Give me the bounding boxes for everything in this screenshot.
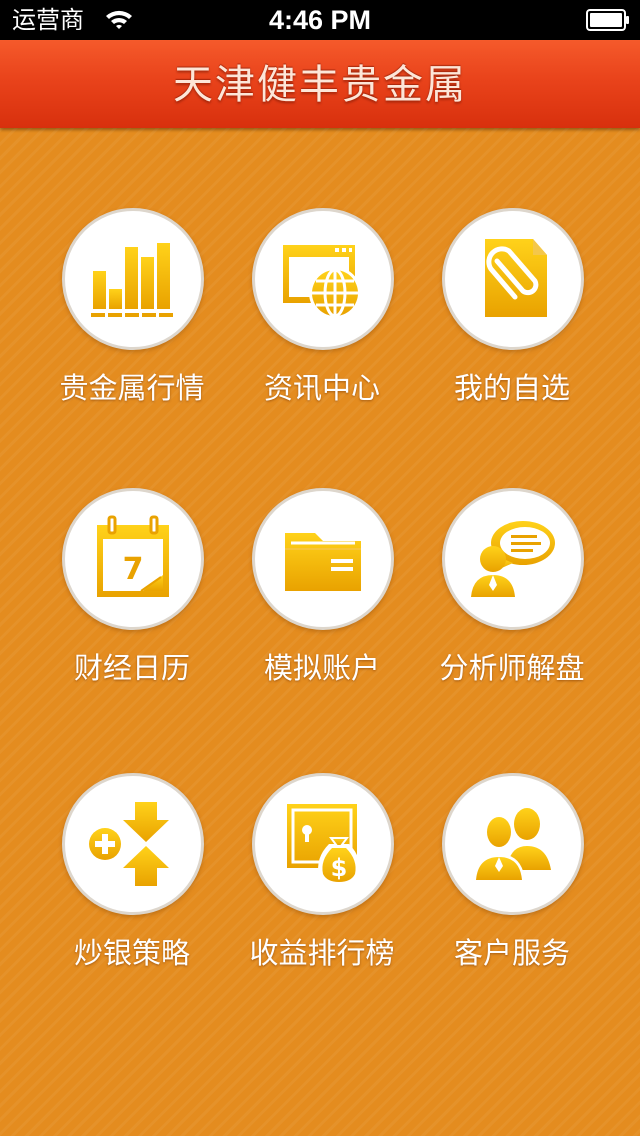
menu-item-label: 我的自选 [453,371,570,405]
icon-circle [252,488,394,630]
customer-group-icon [473,808,551,882]
svg-text:$: $ [331,854,348,882]
analyst-chat-icon [471,521,555,597]
menu-grid: 贵金属行情 资讯中心 我的自选 7 财经日历 模拟账户 分析师解盘 炒银策略 $… [0,128,640,1136]
app-screen: 运营商 4:46 PM 天津健丰贵金属 贵金属行情 资讯中心 我的自选 7 财经… [0,0,640,1136]
bar-chart-icon [91,243,173,317]
svg-text:7: 7 [123,552,144,587]
calendar-icon: 7 [97,515,169,597]
status-bar: 运营商 4:46 PM [0,0,640,40]
battery-icon [586,9,629,31]
icon-circle: $ [252,773,394,915]
menu-item-customer-service[interactable]: 客户服务 [412,773,612,993]
icon-circle: 7 [62,488,204,630]
icon-circle [252,208,394,350]
icon-circle [442,488,584,630]
icon-circle [442,208,584,350]
folder-icon [285,533,361,591]
menu-item-analyst-commentary[interactable]: 分析师解盘 [412,488,612,708]
safe-moneybag-icon: $ [287,804,360,886]
menu-item-label: 客户服务 [453,936,570,970]
globe-window-icon [283,245,361,319]
paperclip-document-icon [485,239,547,317]
plus-arrows-icon [89,802,169,886]
nav-bar: 天津健丰贵金属 [0,40,640,128]
icon-circle [442,773,584,915]
menu-item-label: 分析师解盘 [439,651,585,685]
icon-circle [62,208,204,350]
icon-circle [62,773,204,915]
status-time: 4:46 PM [268,5,372,35]
page-title: 天津健丰贵金属 [173,62,467,108]
menu-item-my-watchlist[interactable]: 我的自选 [412,208,612,428]
